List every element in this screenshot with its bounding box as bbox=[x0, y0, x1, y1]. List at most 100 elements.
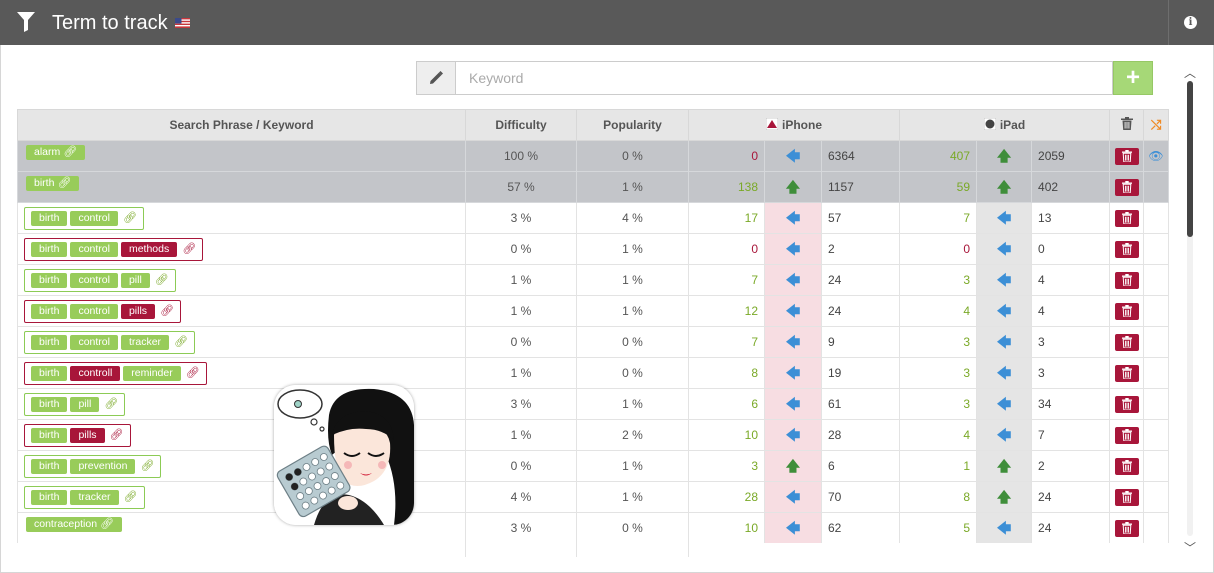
delete-button[interactable] bbox=[1114, 457, 1139, 475]
col-header-ipad[interactable]: iPad bbox=[899, 109, 1111, 141]
table-row[interactable]: contraception 🔗︎ 3 % 0 % 10 🡄 62 5 🡄 24 bbox=[17, 512, 1169, 543]
keyword-group[interactable]: alarm 🔗︎ bbox=[24, 144, 88, 168]
keyword-tag[interactable]: prevention bbox=[70, 458, 136, 474]
keyword-tag[interactable]: alarm 🔗︎ bbox=[26, 144, 86, 160]
delete-button[interactable] bbox=[1114, 178, 1139, 196]
iphone-rank-cell: 10 bbox=[688, 512, 765, 543]
delete-button[interactable] bbox=[1114, 240, 1139, 258]
keyword-tag[interactable]: contraception 🔗︎ bbox=[26, 516, 123, 532]
col-header-iphone[interactable]: iPhone bbox=[687, 109, 901, 141]
delete-button[interactable] bbox=[1114, 209, 1139, 227]
col-header-keyword[interactable]: Search Phrase / Keyword bbox=[17, 109, 466, 141]
table-row[interactable]: birth pills 🔗︎ 1 % 2 % 10 🡄 28 4 🡄 7 bbox=[17, 419, 1169, 451]
delete-button[interactable] bbox=[1114, 426, 1139, 444]
keyword-tag[interactable]: pill bbox=[120, 272, 150, 288]
keyword-tag[interactable]: birth bbox=[31, 427, 68, 443]
keyword-group[interactable]: birth tracker 🔗︎ bbox=[24, 485, 145, 509]
delete-button[interactable] bbox=[1114, 488, 1139, 506]
arrow-left-icon: 🡄 bbox=[996, 426, 1012, 443]
link-icon[interactable]: 🔗︎ bbox=[182, 242, 196, 257]
delete-button[interactable] bbox=[1114, 519, 1139, 537]
link-icon[interactable]: 🔗︎ bbox=[110, 428, 124, 443]
link-icon[interactable]: 🔗︎ bbox=[160, 304, 174, 319]
keyword-tag[interactable]: pill bbox=[70, 396, 100, 412]
table-row[interactable]: birth tracker 🔗︎ 4 % 1 % 28 🡄 70 8 🡅 24 bbox=[17, 481, 1169, 513]
keyword-tag[interactable]: birth bbox=[31, 303, 68, 319]
keyword-tag[interactable]: birth 🔗︎ bbox=[26, 175, 80, 191]
col-header-shuffle[interactable]: ⤭ bbox=[1143, 109, 1169, 141]
keyword-tag-label: birth bbox=[34, 176, 55, 189]
link-icon[interactable]: 🔗︎ bbox=[140, 459, 154, 474]
keyword-group[interactable]: birth prevention 🔗︎ bbox=[24, 454, 162, 478]
keyword-tag[interactable]: control bbox=[70, 272, 118, 288]
table-row[interactable]: birth control methods 🔗︎ 0 % 1 % 0 🡄 2 0 🡄 … bbox=[17, 233, 1169, 265]
col-header-popularity[interactable]: Popularity bbox=[576, 109, 689, 141]
keyword-group[interactable]: contraception 🔗︎ bbox=[24, 516, 125, 540]
scroll-up-icon[interactable]: ︿ bbox=[1182, 64, 1198, 80]
link-icon[interactable]: 🔗︎ bbox=[63, 145, 77, 160]
delete-button[interactable] bbox=[1114, 271, 1139, 289]
table-row[interactable]: birth control pills 🔗︎ 1 % 1 % 12 🡄 24 4 🡄 … bbox=[17, 295, 1169, 327]
link-icon[interactable]: 🔗︎ bbox=[174, 335, 188, 350]
table-row[interactable]: birth pill 🔗︎ 3 % 1 % 6 🡄 61 3 🡄 34 bbox=[17, 388, 1169, 420]
keyword-tag[interactable]: pills bbox=[120, 303, 156, 319]
table-row[interactable]: birth controll reminder 🔗︎ 1 % 0 % 8 🡄 19 3… bbox=[17, 357, 1169, 389]
keyword-group[interactable]: birth pills 🔗︎ bbox=[24, 423, 131, 447]
keyword-tag[interactable]: birth bbox=[31, 489, 68, 505]
keyword-group[interactable]: birth 🔗︎ bbox=[24, 175, 82, 199]
table-row[interactable]: birth control tracker 🔗︎ 0 % 0 % 7 🡄 9 3 🡄 … bbox=[17, 326, 1169, 358]
link-icon[interactable]: 🔗︎ bbox=[104, 397, 118, 412]
eye-icon[interactable]: 👁︎ bbox=[1148, 149, 1163, 163]
filter-icon[interactable] bbox=[17, 12, 35, 32]
table-row[interactable]: birth 🔗︎ 57 % 1 % 138 🡅 1157 59 🡅 402 bbox=[17, 171, 1169, 203]
keyword-tag[interactable]: controll bbox=[70, 365, 121, 381]
delete-button[interactable] bbox=[1114, 395, 1139, 413]
keyword-tag[interactable]: tracker bbox=[70, 489, 119, 505]
keyword-tag[interactable]: reminder bbox=[123, 365, 181, 381]
link-icon[interactable]: 🔗︎ bbox=[123, 211, 137, 226]
keyword-tag[interactable]: control bbox=[70, 241, 118, 257]
keyword-tag[interactable]: control bbox=[70, 334, 118, 350]
keyword-tag[interactable]: tracker bbox=[120, 334, 170, 350]
delete-button[interactable] bbox=[1114, 147, 1139, 165]
keyword-tag[interactable]: birth bbox=[31, 334, 68, 350]
keyword-tag[interactable]: pills bbox=[70, 427, 105, 443]
link-icon[interactable]: 🔗︎ bbox=[57, 176, 71, 191]
table-row[interactable]: alarm 🔗︎ 100 % 0 % 0 🡄 6364 407 🡅 2059 👁︎ bbox=[17, 140, 1169, 172]
scrollbar-thumb[interactable] bbox=[1187, 81, 1193, 237]
col-header-delete[interactable] bbox=[1109, 109, 1145, 141]
keyword-tag[interactable]: birth bbox=[31, 272, 68, 288]
keyword-tag[interactable]: birth bbox=[31, 210, 68, 226]
col-header-difficulty[interactable]: Difficulty bbox=[465, 109, 577, 141]
keyword-tag[interactable]: methods bbox=[120, 241, 178, 257]
keyword-tag[interactable]: birth bbox=[31, 458, 68, 474]
keyword-group[interactable]: birth control tracker 🔗︎ bbox=[24, 330, 196, 354]
delete-cell bbox=[1109, 419, 1145, 451]
scroll-down-icon[interactable]: ﹀ bbox=[1182, 539, 1198, 555]
keyword-input[interactable] bbox=[457, 62, 1112, 94]
pencil-icon[interactable] bbox=[417, 62, 456, 94]
keyword-group[interactable]: birth control pill 🔗︎ bbox=[24, 268, 176, 292]
keyword-group[interactable]: birth control 🔗︎ bbox=[24, 206, 144, 230]
table-row[interactable]: birth prevention 🔗︎ 0 % 1 % 3 🡅 6 1 🡅 2 bbox=[17, 450, 1169, 482]
link-icon[interactable]: 🔗︎ bbox=[186, 366, 200, 381]
keyword-group[interactable]: birth control methods 🔗︎ bbox=[24, 237, 204, 261]
keyword-tag[interactable]: birth bbox=[31, 396, 68, 412]
keyword-group[interactable]: birth control pills 🔗︎ bbox=[24, 299, 182, 323]
delete-button[interactable] bbox=[1114, 364, 1139, 382]
delete-button[interactable] bbox=[1114, 333, 1139, 351]
keyword-tag[interactable]: birth bbox=[31, 365, 68, 381]
keyword-group[interactable]: birth pill 🔗︎ bbox=[24, 392, 126, 416]
table-row[interactable]: birth control pill 🔗︎ 1 % 1 % 7 🡄 24 3 🡄 4 bbox=[17, 264, 1169, 296]
keyword-group[interactable]: birth controll reminder 🔗︎ bbox=[24, 361, 207, 385]
info-icon[interactable]: i bbox=[1184, 16, 1197, 29]
add-keyword-button[interactable]: + bbox=[1113, 61, 1153, 95]
delete-button[interactable] bbox=[1114, 302, 1139, 320]
table-row[interactable]: birth control 🔗︎ 3 % 4 % 17 🡄 57 7 🡄 13 bbox=[17, 202, 1169, 234]
keyword-tag[interactable]: control bbox=[70, 210, 118, 226]
keyword-tag[interactable]: birth bbox=[31, 241, 68, 257]
keyword-tag[interactable]: control bbox=[70, 303, 118, 319]
link-icon[interactable]: 🔗︎ bbox=[155, 273, 169, 288]
link-icon[interactable]: 🔗︎ bbox=[124, 490, 138, 505]
link-icon[interactable]: 🔗︎ bbox=[100, 517, 114, 532]
